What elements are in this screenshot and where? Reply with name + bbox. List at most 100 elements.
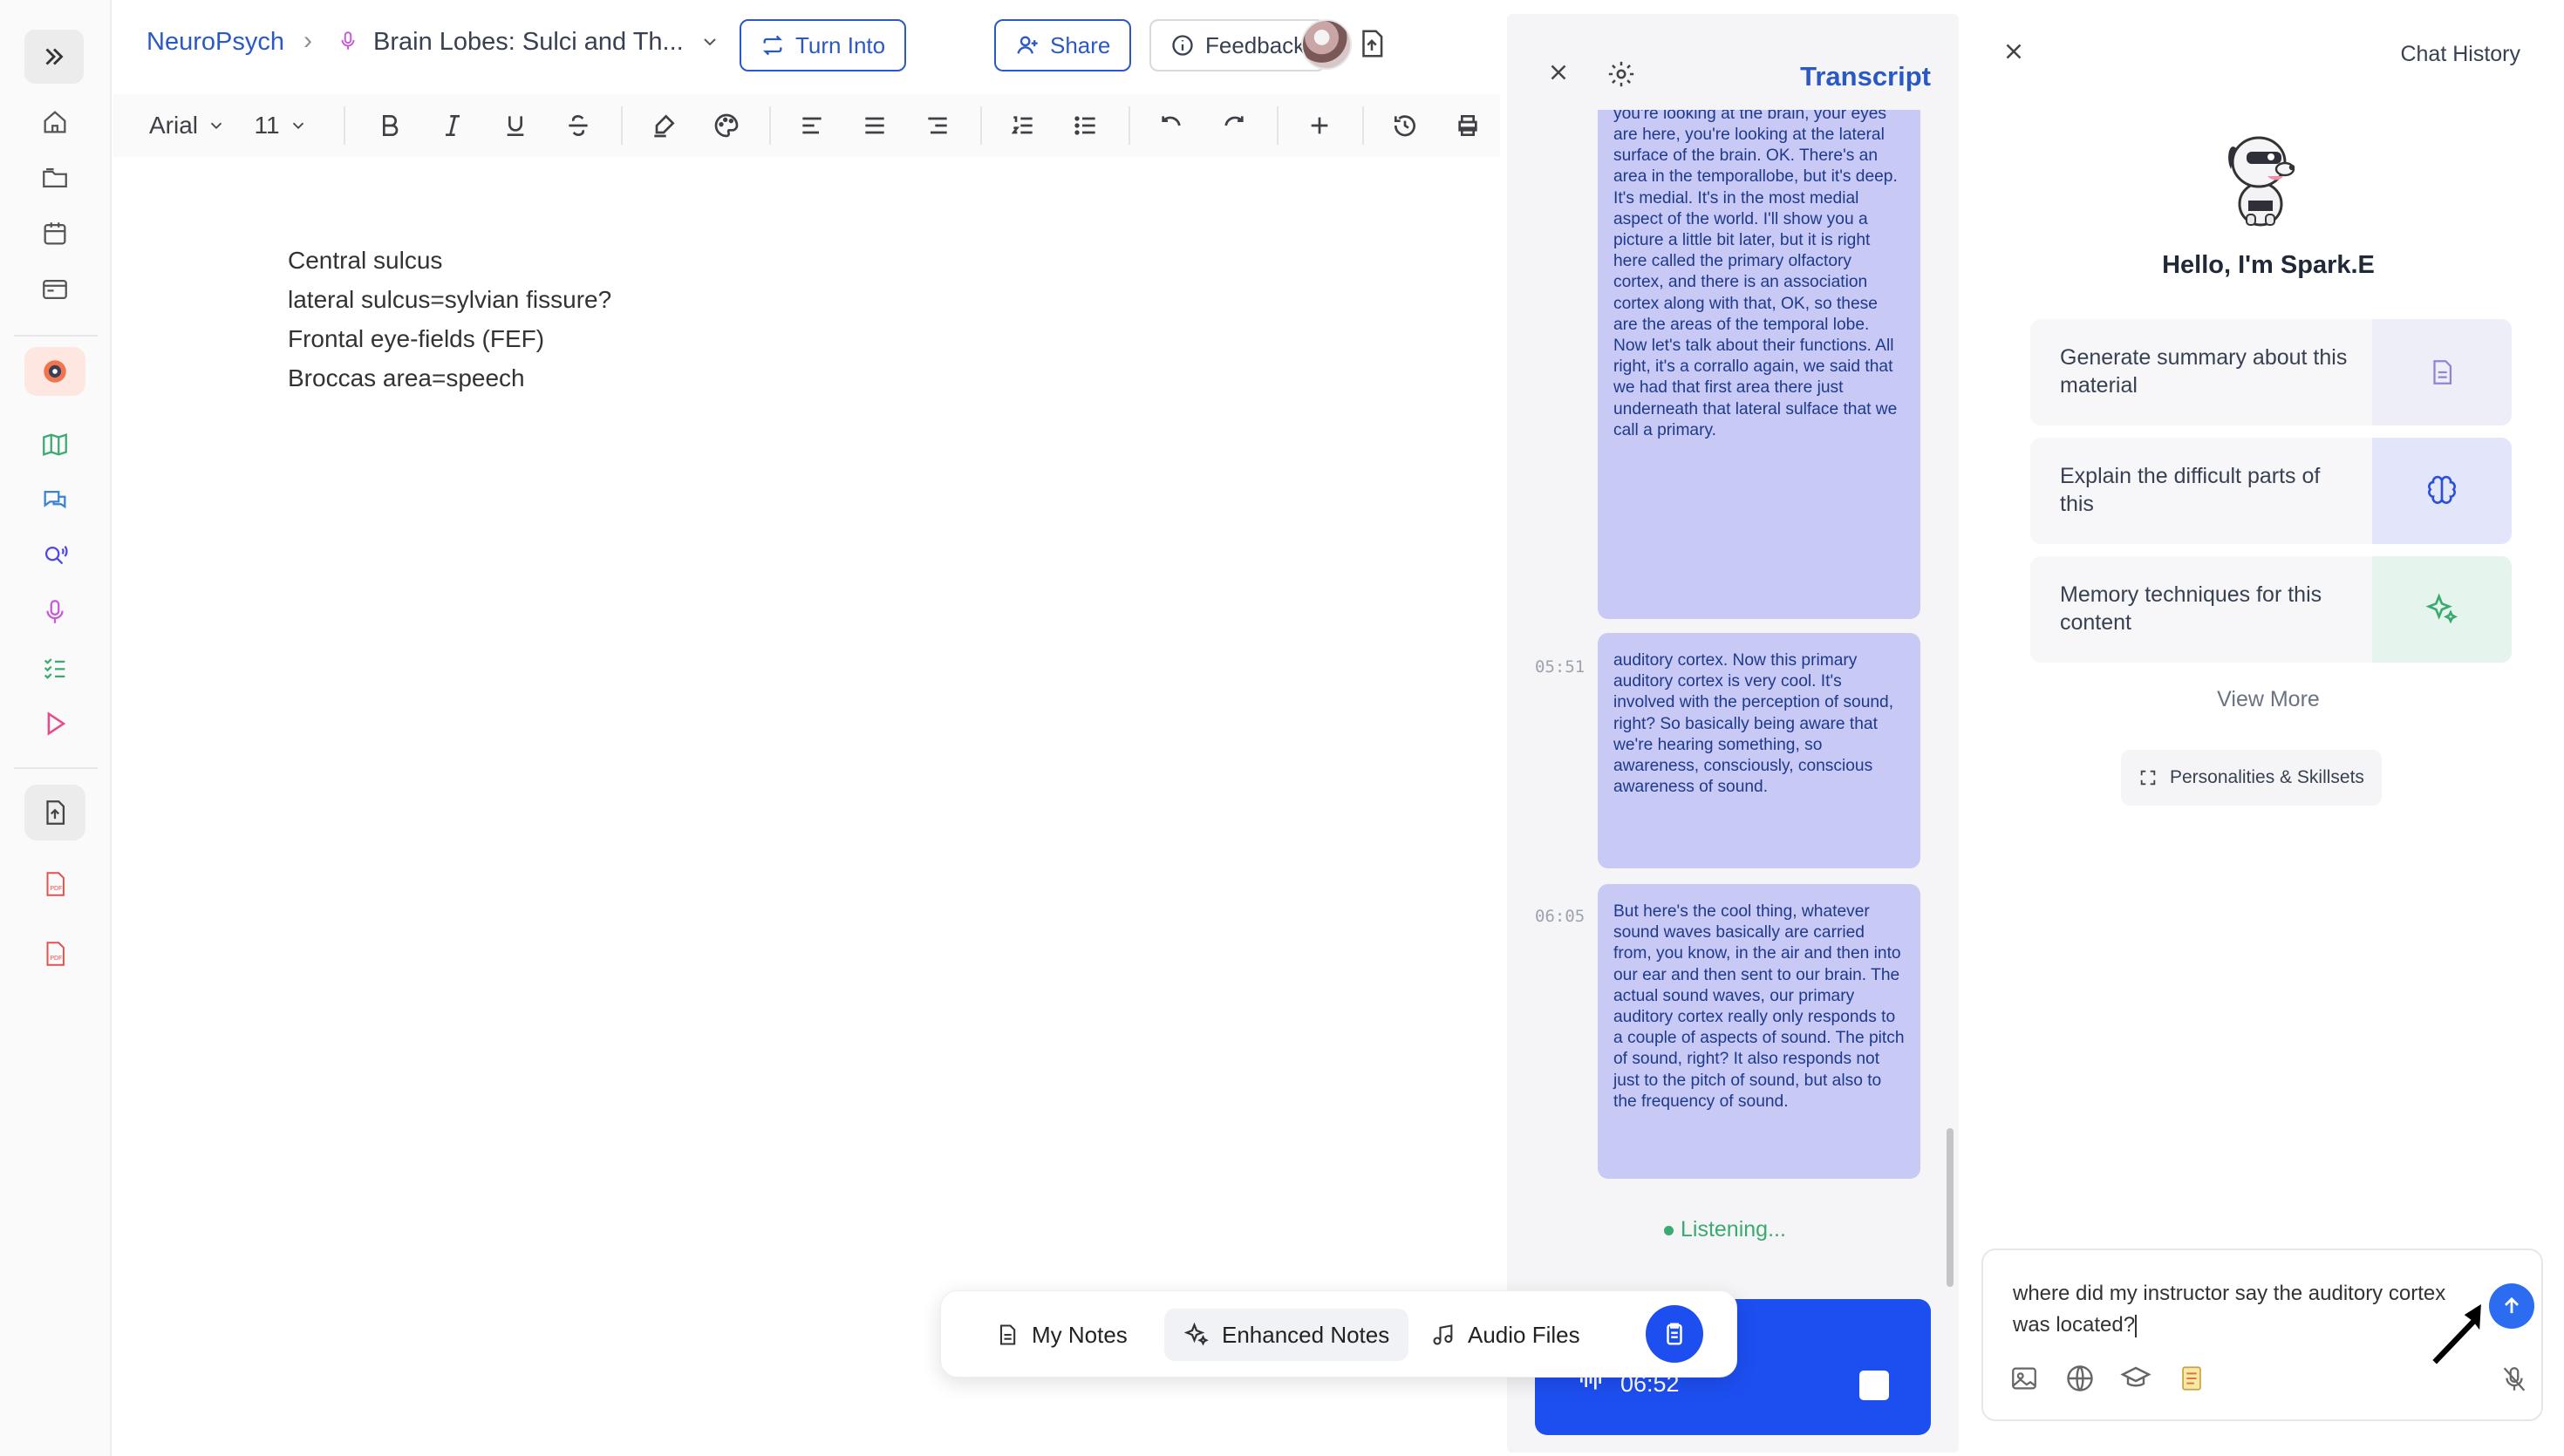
chevron-down-icon[interactable] — [699, 31, 720, 57]
toolbar-divider — [621, 106, 623, 145]
avatar[interactable] — [1301, 19, 1352, 70]
font-size-select[interactable]: 11 — [246, 94, 316, 157]
transcript-toggle-button[interactable] — [1646, 1305, 1703, 1363]
pdf-file-button[interactable]: PDF — [24, 929, 85, 978]
voice-search-icon — [44, 545, 68, 565]
align-right-button[interactable] — [916, 94, 959, 157]
home-nav-button[interactable] — [24, 98, 85, 146]
toolbar-divider — [769, 106, 771, 145]
calendar-nav-button[interactable] — [24, 209, 85, 258]
notebook-icon[interactable] — [2173, 1360, 2210, 1397]
pdf-file-button[interactable]: PDF — [24, 860, 85, 908]
pdf-icon: PDF — [46, 942, 65, 966]
chat-input[interactable]: where did my instructor say the auditory… — [2013, 1278, 2449, 1341]
file-upload-icon — [46, 800, 65, 825]
left-rail: PDF PDF — [0, 0, 112, 1456]
tab-label: Enhanced Notes — [1222, 1321, 1390, 1348]
send-button[interactable] — [2489, 1283, 2534, 1329]
transcript-scroll-area[interactable]: hemisphere. So usually the left side of … — [1507, 110, 1959, 1226]
bold-icon — [383, 115, 399, 136]
close-icon[interactable] — [1545, 59, 1572, 90]
text-color-button[interactable] — [705, 94, 748, 157]
align-left-button[interactable] — [790, 94, 834, 157]
note-view-tabs: My Notes Enhanced Notes Audio Files — [940, 1290, 1737, 1378]
record-nav-button[interactable] — [24, 347, 85, 396]
history-button[interactable] — [1383, 94, 1427, 157]
editor-line: Central sulcus — [288, 247, 443, 274]
upload-nav-button[interactable] — [24, 785, 85, 840]
arrow-up-icon — [2505, 1296, 2519, 1314]
info-icon — [1172, 35, 1193, 56]
mascot-logo — [2228, 136, 2295, 227]
microphone-nav-button[interactable] — [24, 588, 85, 636]
strikethrough-button[interactable] — [556, 94, 600, 157]
globe-icon[interactable] — [2062, 1360, 2098, 1397]
gear-icon[interactable] — [1606, 59, 1636, 93]
bullet-list-button[interactable] — [1064, 94, 1108, 157]
strikethrough-icon — [569, 114, 588, 137]
redo-button[interactable] — [1212, 94, 1256, 157]
turn-into-button[interactable]: Turn Into — [740, 19, 907, 71]
transcript-message: auditory cortex. Now this primary audito… — [1598, 633, 1920, 868]
greeting: Hello, I'm Spark.E — [2162, 251, 2375, 279]
numbered-list-button[interactable] — [1001, 94, 1045, 157]
feedback-button[interactable]: Feedback — [1149, 19, 1326, 71]
map-nav-button[interactable] — [24, 420, 85, 469]
share-button[interactable]: Share — [994, 19, 1132, 71]
stop-recording-button[interactable] — [1859, 1371, 1889, 1400]
chat-nav-button[interactable] — [24, 476, 85, 525]
note-editor[interactable]: Central sulcus lateral sulcus=sylvian fi… — [288, 241, 611, 398]
status-dot — [1664, 1225, 1674, 1235]
scrollbar[interactable] — [1947, 1128, 1954, 1287]
align-center-button[interactable] — [853, 94, 897, 157]
transcript-timestamp: 06:05 — [1535, 907, 1585, 926]
align-right-icon — [928, 117, 947, 134]
history-icon — [1394, 115, 1415, 137]
expand-sidebar-button[interactable] — [24, 30, 84, 84]
close-icon[interactable] — [2001, 38, 2027, 69]
document-icon — [999, 1324, 1016, 1345]
underline-button[interactable] — [494, 94, 537, 157]
transcript-panel: Transcript hemisphere. So usually the le… — [1507, 14, 1959, 1453]
suggestion-card[interactable]: Explain the difficult parts of this — [2030, 438, 2512, 544]
image-icon[interactable] — [2006, 1360, 2042, 1397]
play-nav-button[interactable] — [24, 699, 85, 748]
suggestion-card[interactable]: Generate summary about this material — [2030, 319, 2512, 425]
bold-button[interactable] — [368, 94, 412, 157]
tab-my-notes[interactable]: My Notes — [976, 1309, 1147, 1361]
tab-enhanced-notes[interactable]: Enhanced Notes — [1164, 1309, 1409, 1361]
microphone-icon — [46, 600, 64, 623]
document-icon — [2372, 319, 2512, 425]
window-icon — [43, 279, 67, 300]
font-family-select[interactable]: Arial — [140, 94, 235, 157]
clipboard-icon — [1667, 1323, 1682, 1345]
align-center-icon — [865, 117, 884, 134]
calendar-icon — [44, 222, 66, 245]
graduation-cap-icon[interactable] — [2117, 1360, 2154, 1397]
personalities-button[interactable]: Personalities & Skillsets — [2121, 750, 2382, 806]
voice-search-nav-button[interactable] — [24, 532, 85, 581]
export-button[interactable] — [1355, 26, 1388, 61]
transcript-message-text: auditory cortex. Now this primary audito… — [1613, 651, 1894, 797]
note-title[interactable]: Brain Lobes: Sulci and Th... — [373, 28, 684, 57]
print-button[interactable] — [1446, 94, 1490, 157]
microphone-off-icon[interactable] — [2499, 1364, 2529, 1399]
printer-icon — [1458, 115, 1477, 136]
italic-button[interactable] — [431, 94, 474, 157]
tab-audio-files[interactable]: Audio Files — [1412, 1309, 1599, 1361]
transcript-message-text: hemisphere. So usually the left side of … — [1613, 110, 1898, 439]
listening-label: Listening... — [1681, 1217, 1786, 1242]
checklist-nav-button[interactable] — [24, 643, 85, 692]
breadcrumb-course[interactable]: NeuroPsych — [147, 28, 284, 57]
suggestion-card[interactable]: Memory techniques for this content — [2030, 556, 2512, 663]
highlight-button[interactable] — [642, 94, 685, 157]
view-more-link[interactable]: View More — [1973, 687, 2564, 712]
font-family-value: Arial — [148, 112, 198, 139]
chat-history-link[interactable]: Chat History — [2400, 42, 2520, 67]
browser-nav-button[interactable] — [24, 265, 85, 314]
sparkle-icon — [1183, 1322, 1209, 1346]
folders-nav-button[interactable] — [24, 153, 85, 202]
tab-label: Audio Files — [1468, 1321, 1580, 1348]
undo-button[interactable] — [1149, 94, 1193, 157]
insert-button[interactable] — [1298, 94, 1341, 157]
